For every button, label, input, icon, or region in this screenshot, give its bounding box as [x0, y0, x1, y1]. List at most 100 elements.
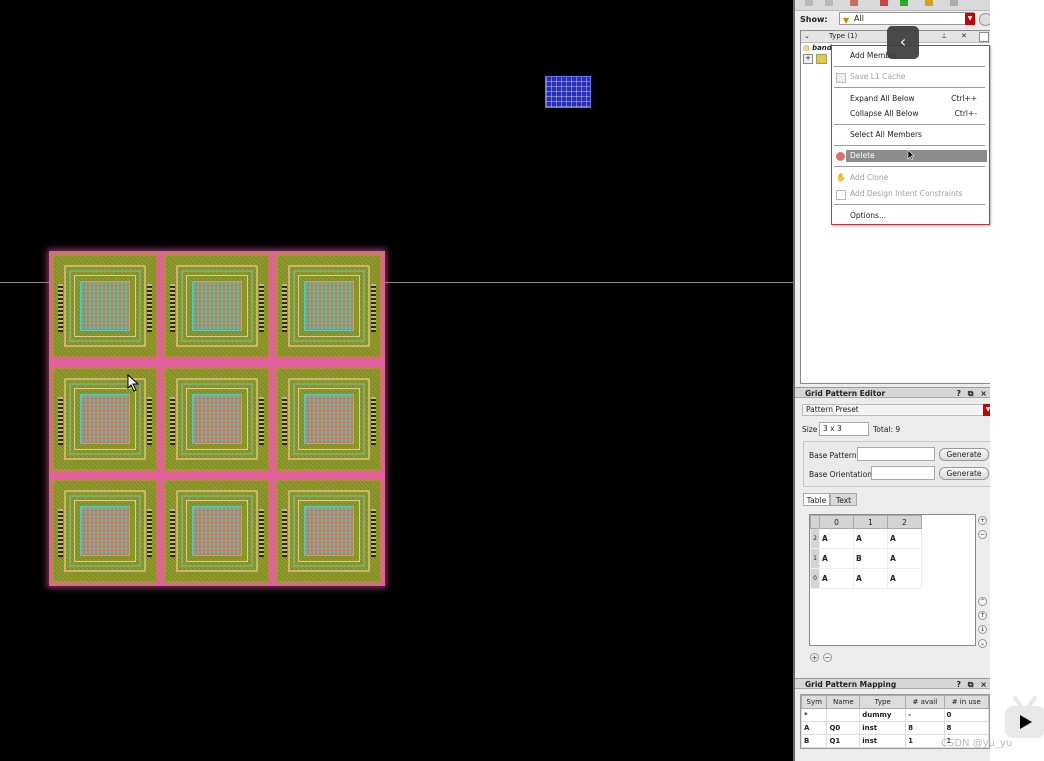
toolbar-icon[interactable] [925, 0, 933, 6]
menu-item-add-design-intent-constraints[interactable]: Add Design Intent Constraints [832, 188, 987, 200]
add-row-icon[interactable]: + [810, 653, 819, 662]
column-header[interactable]: 0 [819, 515, 854, 529]
mouse-pointer-icon [127, 374, 140, 392]
show-filter-value: All [854, 14, 864, 23]
table-row[interactable]: * dummy -0 [800, 708, 990, 722]
column-header-type[interactable]: Type [859, 695, 907, 709]
grid-cell[interactable]: A [853, 568, 888, 589]
toolbar-icon[interactable] [850, 0, 858, 6]
panel-window-controls[interactable]: ? ⧉ × [956, 388, 989, 399]
context-menu: Add Member Save L1 Cache Expand All Belo… [831, 45, 990, 225]
base-orientation-input[interactable] [871, 466, 935, 480]
arrow-down-icon[interactable]: ↓ [978, 625, 987, 634]
menu-item-save-l1-cache[interactable]: Save L1 Cache [832, 71, 987, 83]
table-row: 2 A A A [810, 528, 922, 549]
row-header[interactable]: 2 [810, 528, 820, 549]
menu-item-expand-all-below[interactable]: Expand All Below Ctrl++ [832, 93, 987, 105]
generate-pattern-button[interactable]: Generate [939, 448, 989, 461]
array-cell[interactable] [52, 367, 158, 471]
menu-separator [834, 66, 985, 67]
column-header[interactable]: 1 [853, 515, 888, 529]
grid-cell[interactable]: A [819, 548, 854, 569]
toolbar-icon[interactable] [825, 0, 833, 6]
array-cell[interactable] [52, 254, 158, 358]
row-header[interactable]: 1 [810, 548, 820, 569]
tab-text[interactable]: Text [830, 493, 857, 506]
column-header[interactable]: 2 [887, 515, 922, 529]
size-label: Size [802, 425, 818, 434]
menu-separator [834, 87, 985, 88]
grid-cell[interactable]: B [853, 548, 888, 569]
size-input[interactable]: 3 x 3 [819, 422, 869, 436]
base-pattern-input[interactable] [857, 447, 935, 461]
row-header[interactable]: 0 [810, 568, 820, 589]
menu-item-select-all-members[interactable]: Select All Members [832, 129, 987, 141]
grid-cell[interactable]: A [853, 528, 888, 549]
column-header-name[interactable]: Name [826, 695, 861, 709]
array-cell[interactable] [164, 479, 270, 583]
tool-icon[interactable]: ✕ [961, 32, 967, 40]
toolbar-icon[interactable] [805, 0, 813, 6]
chevron-down-icon[interactable]: ▼ [965, 13, 975, 25]
grid-cell[interactable]: A [819, 568, 854, 589]
save-icon [836, 73, 846, 83]
array-cell[interactable] [276, 254, 382, 358]
table-row[interactable]: A Q0 inst 8 8 [800, 721, 990, 735]
sort-icon[interactable]: ⌄ [804, 32, 810, 40]
grid-cell[interactable]: A [887, 528, 922, 549]
tab-table[interactable]: Table [803, 493, 830, 506]
column-header-sym[interactable]: Sym [800, 695, 828, 709]
move-down-icon[interactable]: − [978, 530, 987, 539]
watermark: CSDN @yu_yu [941, 738, 1013, 749]
menu-separator [834, 124, 985, 125]
menu-item-collapse-all-below[interactable]: Collapse All Below Ctrl+- [832, 108, 987, 120]
array-cell[interactable] [276, 479, 382, 583]
array-cell[interactable] [52, 479, 158, 583]
panel-window-controls[interactable]: ? ⧉ × [956, 679, 989, 690]
array-cell[interactable] [276, 367, 382, 471]
expand-icon[interactable]: + [803, 54, 813, 64]
menu-item-options[interactable]: Options... [832, 210, 987, 222]
pattern-grid-table[interactable]: 0 1 2 2 A A A 1 A B A 0 A A A [809, 514, 976, 646]
toolbar-icon[interactable] [880, 0, 888, 6]
filter-funnel-icon: ▼ [843, 16, 850, 25]
mouse-pointer-icon [907, 149, 915, 161]
grid-pattern-mapping-title: Grid Pattern Mapping ? ⧉ × [795, 678, 992, 689]
tree-header-type[interactable]: Type (1) [829, 32, 857, 40]
column-header-avail[interactable]: # avail [905, 695, 945, 709]
back-arrow-button[interactable]: ‹ [887, 26, 919, 59]
remove-row-icon[interactable]: − [823, 653, 832, 662]
array-cell[interactable] [164, 367, 270, 471]
menu-item-delete[interactable]: Delete [846, 150, 987, 162]
single-instance-shape[interactable] [545, 76, 591, 108]
base-orientation-label: Base Orientation [809, 470, 872, 479]
grid-cell[interactable]: A [887, 548, 922, 569]
tree-item[interactable]: ▤ band [803, 44, 832, 52]
grid-cell[interactable]: A [819, 528, 854, 549]
show-filter-label: Show: [800, 15, 828, 24]
tree-item-label: band [812, 44, 832, 52]
table-corner [810, 515, 820, 529]
column-header-in-use[interactable]: # in use [943, 695, 990, 709]
move-top-icon[interactable]: ⌃ [978, 597, 987, 606]
show-filter-select[interactable]: ▼ All [839, 12, 974, 25]
grid-array-3x3[interactable] [49, 251, 385, 586]
move-bottom-icon[interactable]: ⌄ [978, 639, 987, 648]
menu-separator [834, 166, 985, 167]
check-icon[interactable] [900, 0, 908, 6]
arrow-up-icon[interactable]: ↑ [978, 611, 987, 620]
generate-orientation-button[interactable]: Generate [939, 467, 989, 480]
delete-icon [836, 152, 845, 161]
total-count: Total: 9 [873, 425, 901, 434]
menu-item-add-clone[interactable]: ✋ Add Clone [832, 172, 987, 184]
toolbar-icon[interactable] [950, 0, 958, 6]
layout-canvas[interactable] [0, 0, 793, 761]
checkbox-icon[interactable] [979, 32, 989, 42]
column-icon[interactable]: ⊥ [941, 32, 947, 40]
move-up-icon[interactable]: + [978, 516, 987, 525]
tree-item[interactable]: + [803, 54, 827, 64]
grid-cell[interactable]: A [887, 568, 922, 589]
array-cell[interactable] [164, 254, 270, 358]
folder-icon: ▤ [803, 44, 810, 52]
pattern-preset-select[interactable]: Pattern Preset [802, 404, 988, 416]
